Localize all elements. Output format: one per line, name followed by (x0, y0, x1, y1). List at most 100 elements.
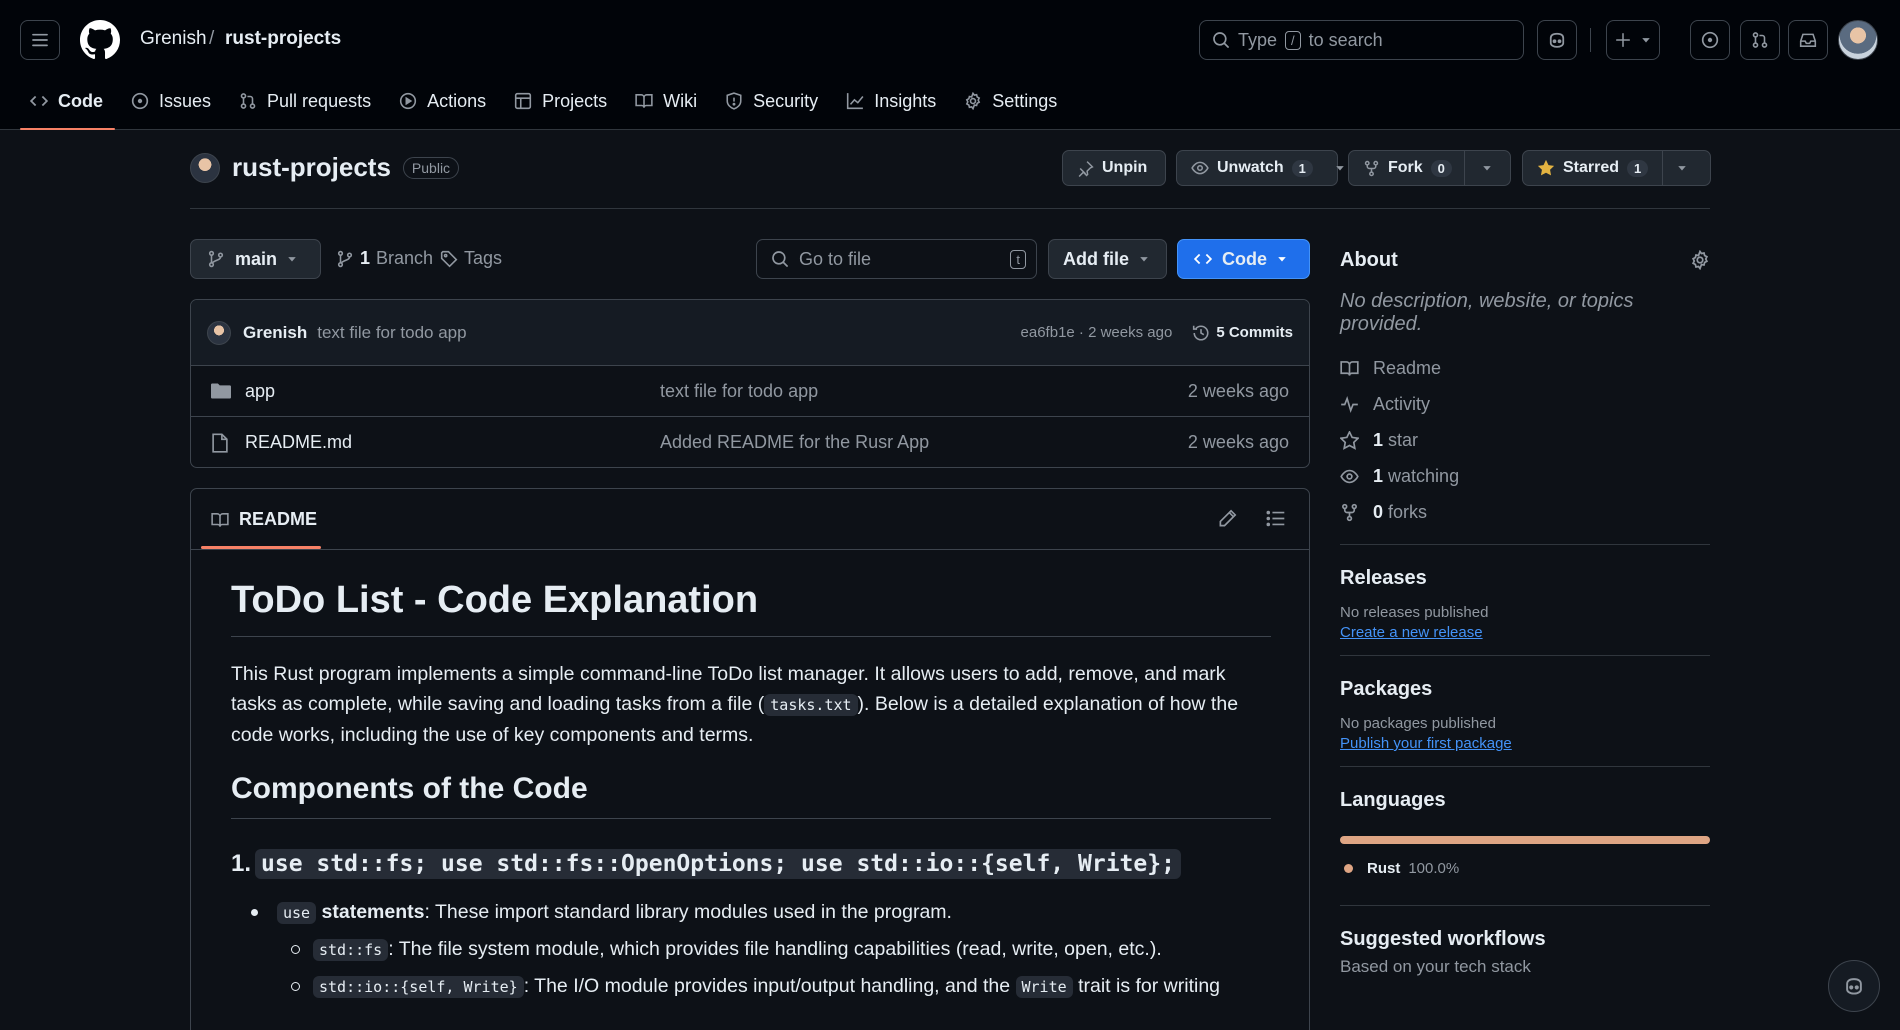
tab-security[interactable]: Security (715, 80, 830, 122)
tab-actions[interactable]: Actions (389, 80, 498, 122)
edit-readme-button[interactable] (1218, 509, 1237, 528)
menu-button[interactable] (20, 20, 60, 60)
file-name[interactable]: README.md (245, 432, 660, 453)
title-divider (190, 208, 1710, 209)
commit-message[interactable]: text file for todo app (317, 323, 1020, 343)
branch-selector[interactable]: main (190, 239, 321, 279)
readme-tab-underline (201, 546, 321, 549)
unwatch-button[interactable]: Unwatch 1 (1176, 150, 1344, 186)
outline-button[interactable] (1266, 509, 1286, 528)
search-icon (772, 251, 788, 267)
starred-button[interactable]: Starred 1 (1522, 150, 1711, 186)
watch-count: 1 (1291, 159, 1313, 177)
branch-label: Branch (376, 248, 434, 268)
branch-count: 1 (360, 248, 371, 268)
list-item: use statements: These import standard li… (231, 897, 1271, 928)
unpin-button[interactable]: Unpin (1062, 150, 1166, 186)
tab-pull-requests[interactable]: Pull requests (229, 80, 383, 122)
watching-link[interactable]: 1 watching (1340, 458, 1710, 494)
branches-link[interactable]: 1 Branch (336, 248, 433, 269)
readme-tab[interactable]: README (201, 489, 321, 550)
caret-down-icon (1140, 257, 1148, 262)
languages-title: Languages (1340, 789, 1446, 811)
issues-button[interactable] (1690, 20, 1730, 60)
tab-projects[interactable]: Projects (504, 80, 619, 122)
fork-button[interactable]: Fork 0 (1348, 150, 1511, 186)
readme-title: ToDo List - Code Explanation (231, 579, 1271, 637)
list-text: : The I/O module provides input/output h… (523, 975, 1011, 997)
commit-sha-time[interactable]: ea6fb1e · 2 weeks ago (1021, 324, 1173, 341)
breadcrumb-repo[interactable]: rust-projects (225, 28, 341, 50)
file-commit-message[interactable]: text file for todo app (660, 381, 1188, 402)
search-shortcut-key: / (1285, 30, 1301, 50)
commit-author-avatar[interactable] (207, 320, 231, 345)
pin-icon (1078, 160, 1094, 177)
file-time: 2 weeks ago (1187, 432, 1289, 452)
watching-label: watching (1388, 465, 1460, 486)
readme-intro: This Rust program implements a simple co… (231, 659, 1271, 750)
add-file-label: Add file (1063, 248, 1129, 269)
github-logo-icon[interactable] (80, 20, 120, 60)
releases-empty: No releases published (1340, 604, 1489, 621)
search-prefix: Type (1238, 29, 1278, 50)
tab-insights[interactable]: Insights (836, 80, 948, 122)
commits-link[interactable]: 5 Commits (1216, 324, 1293, 341)
file-name[interactable]: app (245, 381, 660, 402)
fork-dropdown[interactable] (1464, 151, 1510, 185)
inbox-button[interactable] (1788, 20, 1828, 60)
book-icon (1340, 360, 1359, 376)
tab-code[interactable]: Code (20, 80, 115, 130)
owner-avatar[interactable] (190, 152, 220, 183)
copilot-chat-button[interactable] (1828, 960, 1880, 1012)
tags-label: Tags (464, 248, 503, 268)
go-to-file-input[interactable]: Go to file t (756, 239, 1037, 279)
readme-link[interactable]: Readme (1340, 350, 1710, 386)
commit-author[interactable]: Grenish (243, 323, 307, 343)
file-row[interactable]: app text file for todo app 2 weeks ago (191, 366, 1309, 417)
file-commit-message[interactable]: Added README for the Rusr App (660, 432, 1188, 453)
pull-requests-button[interactable] (1740, 20, 1780, 60)
tab-issues[interactable]: Issues (121, 80, 223, 122)
repo-name[interactable]: rust-projects (232, 152, 391, 183)
caret-down-icon (1642, 38, 1650, 43)
tab-wiki[interactable]: Wiki (625, 80, 709, 122)
forks-label: forks (1388, 501, 1428, 522)
stars-link[interactable]: 1 star (1340, 422, 1710, 458)
unpin-label: Unpin (1102, 159, 1148, 176)
repo-nav-tabs: Code Issues Pull requests Actions Projec… (20, 80, 1075, 130)
add-file-button[interactable]: Add file (1048, 239, 1167, 279)
language-color-dot (1344, 864, 1353, 873)
language-rust[interactable]: Rust 100.0% (1340, 860, 1710, 877)
create-new-button[interactable] (1606, 20, 1660, 60)
tags-link[interactable]: Tags (440, 248, 502, 269)
publish-package-link[interactable]: Publish your first package (1340, 735, 1710, 752)
fork-label: Fork (1388, 159, 1423, 176)
fork-icon (1342, 503, 1357, 521)
packages-empty: No packages published (1340, 715, 1496, 732)
graph-icon (847, 93, 864, 110)
copilot-button[interactable] (1537, 20, 1577, 60)
create-release-link[interactable]: Create a new release (1340, 624, 1710, 641)
packages-title[interactable]: Packages (1340, 678, 1710, 701)
breadcrumb-owner[interactable]: Grenish (140, 28, 207, 50)
tab-label: Code (58, 90, 103, 111)
heading-code: use std::fs; use std::fs::OpenOptions; u… (255, 849, 1181, 879)
file-row[interactable]: README.md Added README for the Rusr App … (191, 417, 1309, 467)
file-table: Grenish text file for todo app ea6fb1e ·… (190, 299, 1310, 468)
tab-label: Insights (874, 90, 937, 111)
tab-settings[interactable]: Settings (954, 80, 1069, 122)
releases-title[interactable]: Releases (1340, 567, 1710, 590)
star-filled-icon (1537, 159, 1555, 176)
star-dropdown[interactable] (1663, 151, 1701, 185)
stars-label: star (1388, 429, 1419, 450)
forks-link[interactable]: 0 forks (1340, 494, 1710, 530)
search-input[interactable]: Type / to search (1199, 20, 1524, 60)
activity-link[interactable]: Activity (1340, 386, 1710, 422)
copilot-icon (1549, 32, 1565, 48)
gear-icon[interactable] (1690, 250, 1710, 270)
about-sidebar: About No description, website, or topics… (1340, 240, 1710, 977)
code-button[interactable]: Code (1177, 239, 1310, 279)
pull-request-icon (240, 93, 256, 109)
user-avatar[interactable] (1838, 20, 1878, 60)
fork-icon (1364, 160, 1379, 176)
